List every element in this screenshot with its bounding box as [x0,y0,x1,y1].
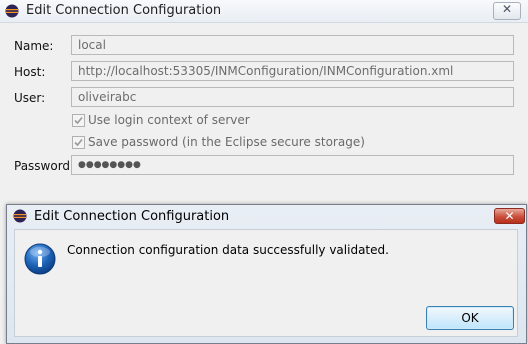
eclipse-icon [13,209,27,223]
close-icon: ✕ [504,209,515,223]
password-field[interactable]: ●●●●●●●● [71,155,514,175]
save-password-checkbox[interactable] [72,136,85,149]
password-label: Password: [14,159,75,173]
dialog-body: Connection configuration data successful… [14,229,518,337]
info-icon [24,243,56,275]
save-password-label: Save password (in the Eclipse secure sto… [88,135,365,149]
user-label: User: [14,91,46,105]
eclipse-icon [5,4,19,18]
ok-button[interactable]: OK [426,306,514,330]
message-text: Connection configuration data successful… [67,243,389,257]
host-label: Host: [14,65,46,79]
login-context-label: Use login context of server [88,113,250,127]
name-label: Name: [14,39,54,53]
window-title: Edit Connection Configuration [26,3,222,18]
window-titlebar: Edit Connection Configuration ✕ [0,0,528,23]
dialog-titlebar: Edit Connection Configuration ✕ [7,205,526,228]
host-field[interactable]: http://localhost:53305/INMConfiguration/… [71,61,514,81]
close-icon: ✕ [501,2,513,16]
dialog-close-button[interactable]: ✕ [494,208,525,224]
user-field[interactable]: oliveirabc [71,87,514,107]
name-field[interactable]: local [71,35,514,55]
close-button[interactable]: ✕ [493,2,521,20]
message-dialog: Edit Connection Configuration ✕ Connecti… [6,204,527,344]
login-context-checkbox[interactable] [72,114,85,127]
dialog-title: Edit Connection Configuration [34,209,230,224]
